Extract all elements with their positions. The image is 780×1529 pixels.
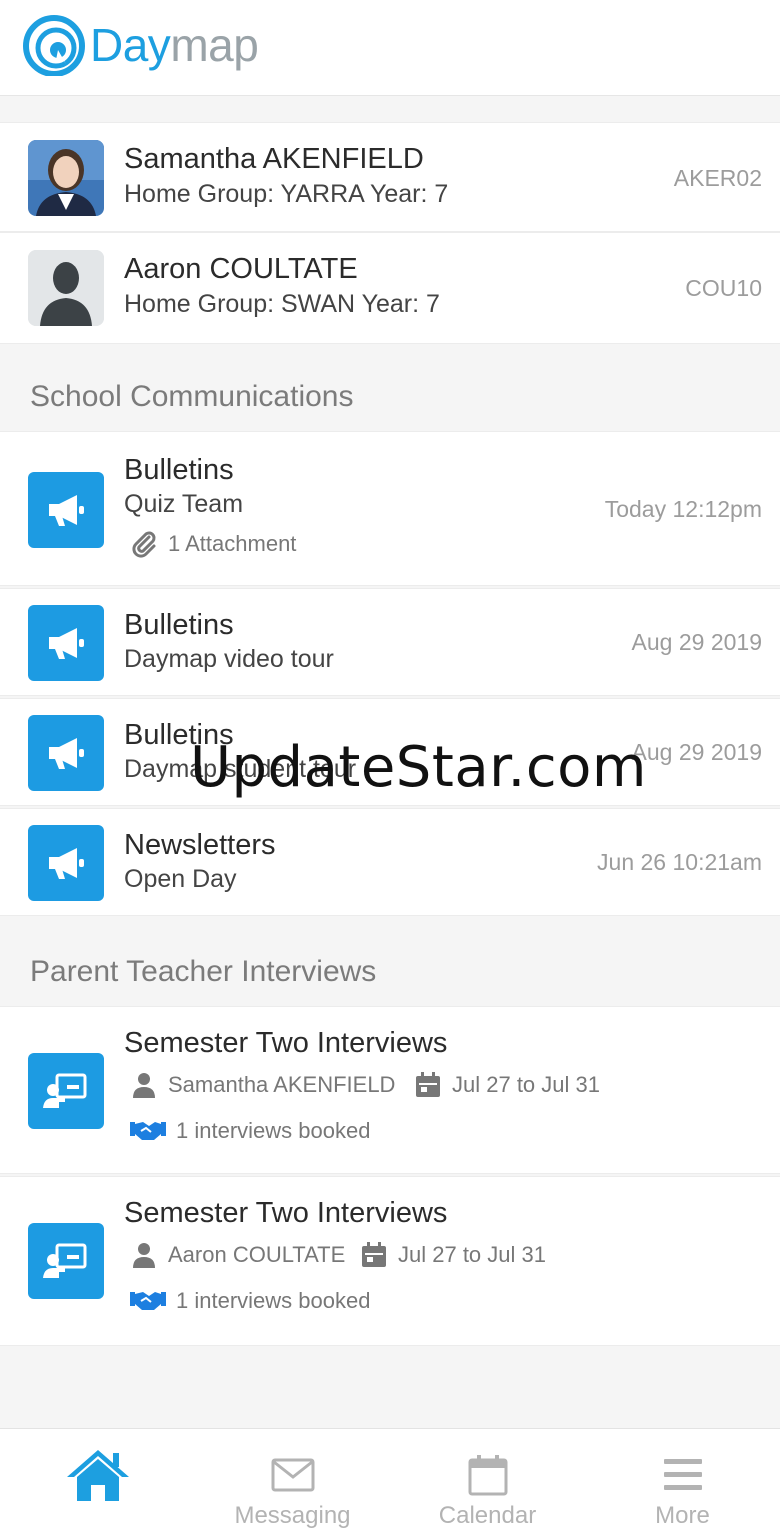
communication-category: Bulletins: [124, 454, 234, 486]
interview-student-name: Aaron COULTATE: [168, 1242, 346, 1267]
logo-text-day: Day: [90, 19, 171, 71]
student-avatar: [28, 250, 104, 326]
section-heading-communications: School Communications: [30, 380, 354, 413]
communication-date: Jun 26 10:21am: [597, 849, 762, 875]
communication-date: Aug 29 2019: [631, 629, 762, 655]
interview-student: Aaron COULTATE: [130, 1241, 345, 1269]
communication-item[interactable]: Newsletters Open Day Jun 26 10:21am: [0, 808, 780, 916]
calendar-icon: [468, 1454, 507, 1495]
communication-item[interactable]: Bulletins Daymap video tour Aug 29 2019: [0, 588, 780, 696]
menu-icon: [663, 1458, 702, 1490]
user-icon: [133, 1073, 155, 1098]
interview-date-range: Jul 27 to Jul 31: [452, 1072, 600, 1097]
tab-more[interactable]: More: [585, 1429, 780, 1529]
attachment-info[interactable]: 1 Attachment: [130, 530, 296, 558]
tab-home[interactable]: [0, 1429, 195, 1529]
student-name: Samantha AKENFIELD: [124, 143, 424, 175]
attachment-count: 1 Attachment: [168, 531, 297, 556]
presentation-icon: [28, 1053, 104, 1129]
student-code: COU10: [685, 275, 762, 301]
communication-date: Today 12:12pm: [604, 496, 762, 522]
interview-student: Samantha AKENFIELD: [130, 1071, 395, 1099]
interview-title: Semester Two Interviews: [124, 1197, 448, 1229]
megaphone-icon: [28, 472, 104, 548]
person-placeholder-icon: [28, 250, 104, 326]
student-details: Home Group: YARRA Year: 7: [124, 180, 449, 208]
presentation-icon: [28, 1223, 104, 1299]
tab-calendar[interactable]: Calendar: [390, 1429, 585, 1529]
tab-messaging-label: Messaging: [234, 1502, 351, 1529]
interview-booked: 1 interviews booked: [130, 1118, 370, 1144]
app-header: Daymap: [0, 0, 780, 96]
communication-item[interactable]: Bulletins Quiz Team 1 Attachment Today 1…: [0, 431, 780, 586]
megaphone-icon: [28, 825, 104, 901]
student-name: Aaron COULTATE: [124, 253, 358, 285]
communication-title: Quiz Team: [124, 490, 244, 518]
watermark-text: UpdateStar.com: [190, 735, 647, 800]
paperclip-icon: [132, 531, 156, 558]
section-heading-interviews: Parent Teacher Interviews: [30, 955, 377, 988]
interview-dates: Jul 27 to Jul 31: [414, 1071, 600, 1099]
interview-title: Semester Two Interviews: [124, 1027, 448, 1059]
tab-more-label: More: [655, 1502, 710, 1529]
interview-student-name: Samantha AKENFIELD: [168, 1072, 396, 1097]
handshake-icon: [130, 1122, 166, 1140]
calendar-icon: [362, 1242, 386, 1267]
communication-title: Daymap video tour: [124, 645, 334, 673]
tab-calendar-label: Calendar: [438, 1502, 537, 1529]
interview-dates: Jul 27 to Jul 31: [360, 1241, 546, 1269]
student-details: Home Group: SWAN Year: 7: [124, 290, 440, 318]
interviews-booked-count: 1 interviews booked: [176, 1288, 371, 1313]
calendar-icon: [416, 1072, 440, 1097]
interview-item[interactable]: Semester Two Interviews Aaron COULTATE J…: [0, 1176, 780, 1346]
interview-date-range: Jul 27 to Jul 31: [398, 1242, 546, 1267]
interview-item[interactable]: Semester Two Interviews Samantha AKENFIE…: [0, 1006, 780, 1174]
communication-category: Newsletters: [124, 829, 276, 861]
tab-messaging[interactable]: Messaging: [195, 1429, 390, 1529]
communication-date: Aug 29 2019: [631, 739, 762, 765]
student-photo-icon: [28, 140, 104, 216]
envelope-icon: [271, 1458, 314, 1491]
handshake-icon: [130, 1292, 166, 1310]
daymap-logo-icon: [23, 15, 85, 76]
communication-title: Open Day: [124, 865, 237, 893]
megaphone-icon: [28, 605, 104, 681]
student-avatar: [28, 140, 104, 216]
student-code: AKER02: [673, 165, 762, 191]
student-row[interactable]: Aaron COULTATE Home Group: SWAN Year: 7 …: [0, 232, 780, 344]
bottom-tab-bar: Messaging Calendar More: [0, 1428, 780, 1529]
logo-text-map: map: [170, 19, 259, 71]
user-icon: [133, 1243, 155, 1268]
communication-category: Bulletins: [124, 609, 234, 641]
daymap-logo: Daymap: [22, 14, 259, 76]
interview-booked: 1 interviews booked: [130, 1288, 370, 1314]
interviews-booked-count: 1 interviews booked: [176, 1118, 371, 1143]
student-row[interactable]: Samantha AKENFIELD Home Group: YARRA Yea…: [0, 122, 780, 232]
megaphone-icon: [28, 715, 104, 791]
home-icon: [66, 1450, 129, 1501]
